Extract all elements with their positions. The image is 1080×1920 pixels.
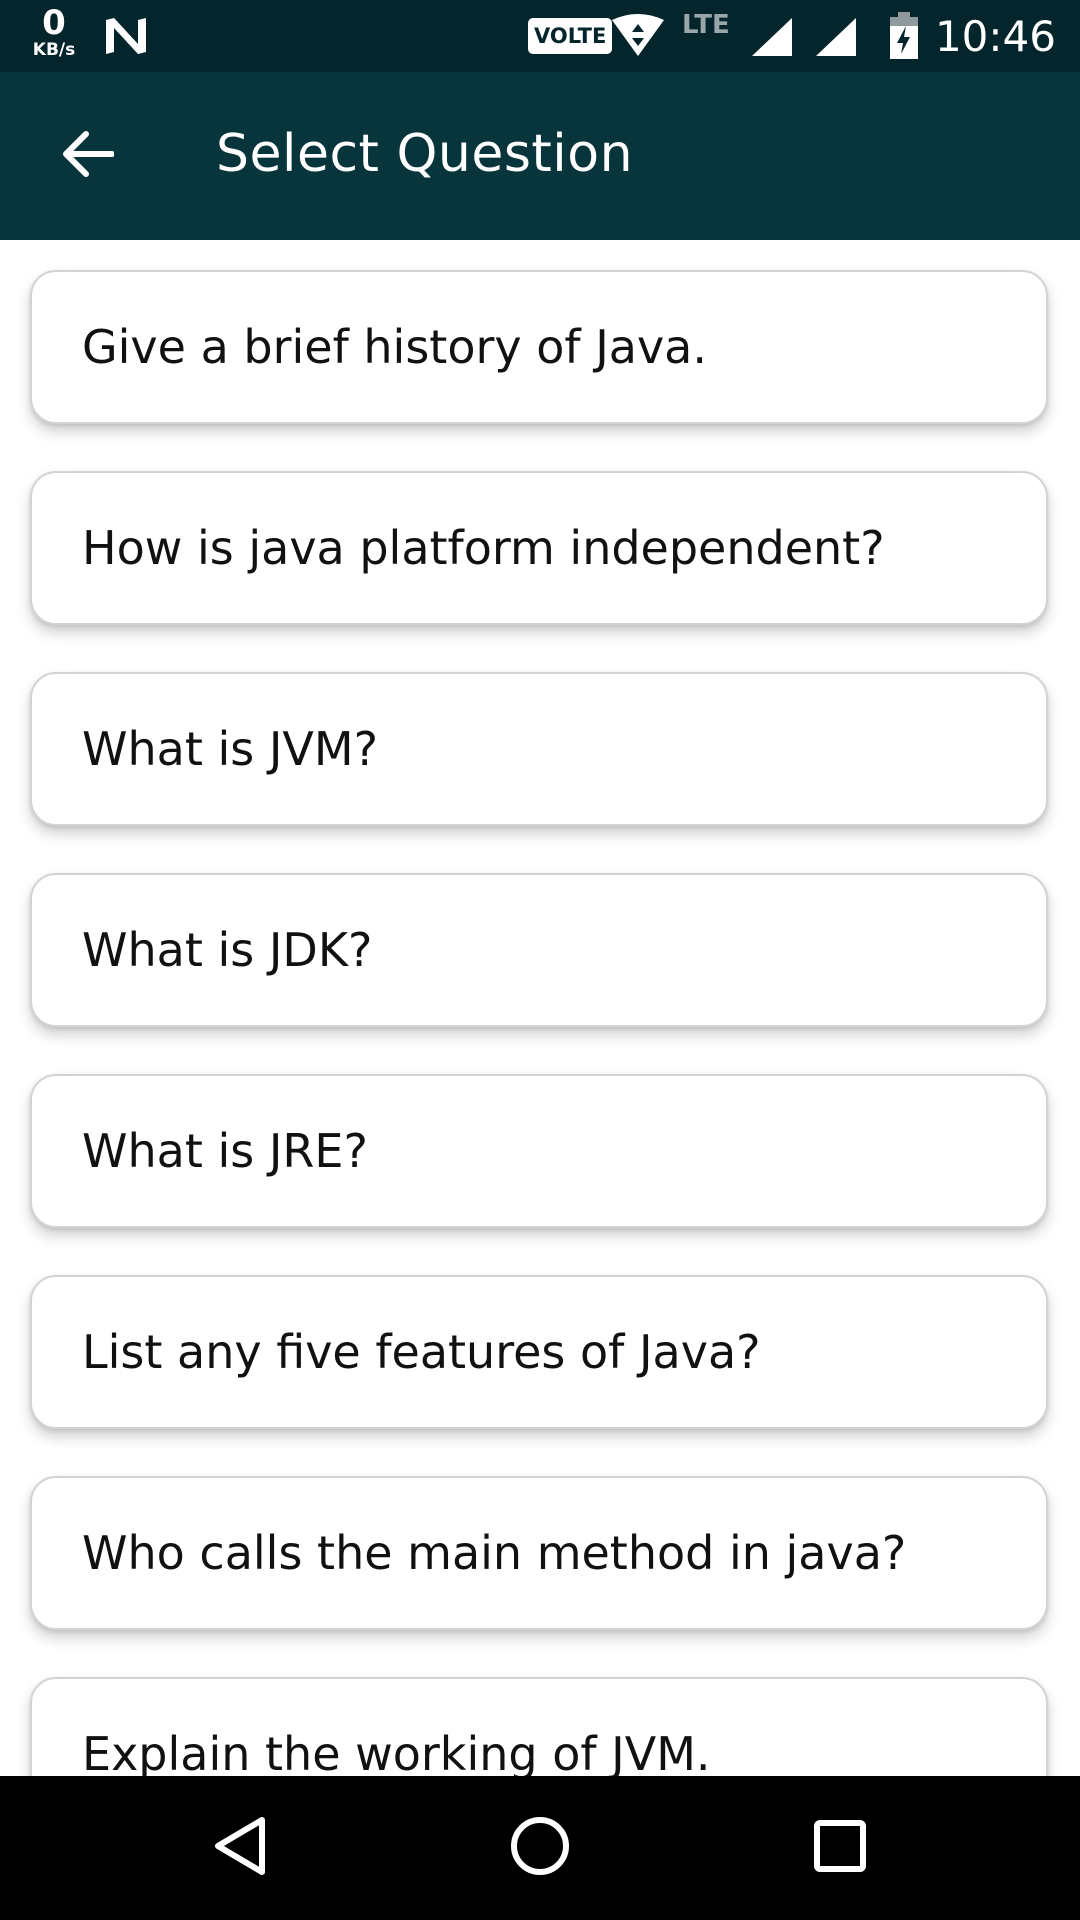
question-text: List any five features of Java? bbox=[82, 1325, 761, 1379]
network-speed-value: 0 bbox=[42, 3, 66, 43]
question-text: How is java platform independent? bbox=[82, 521, 885, 575]
question-text: Who calls the main method in java? bbox=[82, 1526, 907, 1580]
volte-badge: VOLTE bbox=[528, 18, 613, 54]
question-text: Explain the working of JVM. bbox=[82, 1727, 711, 1776]
clock: 10:46 bbox=[934, 12, 1056, 61]
navigation-bar bbox=[0, 1776, 1080, 1920]
question-card[interactable]: How is java platform independent? bbox=[30, 471, 1048, 625]
nav-recents-button[interactable] bbox=[790, 1798, 890, 1898]
question-text: What is JDK? bbox=[82, 923, 373, 977]
recents-square-icon bbox=[812, 1818, 868, 1878]
n-notification-icon bbox=[104, 16, 148, 60]
battery-charging-icon bbox=[888, 12, 920, 64]
question-card[interactable]: Explain the working of JVM. bbox=[30, 1677, 1048, 1776]
network-speed-indicator: 0 KB/s bbox=[26, 6, 82, 59]
question-card[interactable]: What is JDK? bbox=[30, 873, 1048, 1027]
status-bar: 0 KB/s VOLTE LTE 10:46 bbox=[0, 0, 1080, 72]
app-bar: Select Question bbox=[0, 72, 1080, 240]
question-card[interactable]: Give a brief history of Java. bbox=[30, 270, 1048, 424]
home-circle-icon bbox=[508, 1814, 572, 1882]
question-list[interactable]: Give a brief history of Java. How is jav… bbox=[0, 240, 1080, 1776]
nav-back-button[interactable] bbox=[190, 1798, 290, 1898]
question-card[interactable]: What is JRE? bbox=[30, 1074, 1048, 1228]
question-card[interactable]: Who calls the main method in java? bbox=[30, 1476, 1048, 1630]
page-title: Select Question bbox=[216, 124, 634, 184]
back-button[interactable] bbox=[50, 118, 126, 194]
nav-home-button[interactable] bbox=[490, 1798, 590, 1898]
arrow-left-icon bbox=[62, 131, 115, 181]
question-text: What is JRE? bbox=[82, 1124, 368, 1178]
question-text: What is JVM? bbox=[82, 722, 378, 776]
question-text: Give a brief history of Java. bbox=[82, 320, 707, 374]
wifi-icon bbox=[610, 14, 666, 62]
signal-icon bbox=[814, 16, 858, 62]
back-triangle-icon bbox=[210, 1814, 270, 1882]
lte-label: LTE bbox=[682, 10, 730, 40]
signal-icon bbox=[750, 16, 794, 62]
screen: 0 KB/s VOLTE LTE 10:46 Select Question G… bbox=[0, 0, 1080, 1920]
question-card[interactable]: What is JVM? bbox=[30, 672, 1048, 826]
question-card[interactable]: List any five features of Java? bbox=[30, 1275, 1048, 1429]
network-speed-unit: KB/s bbox=[32, 40, 76, 60]
